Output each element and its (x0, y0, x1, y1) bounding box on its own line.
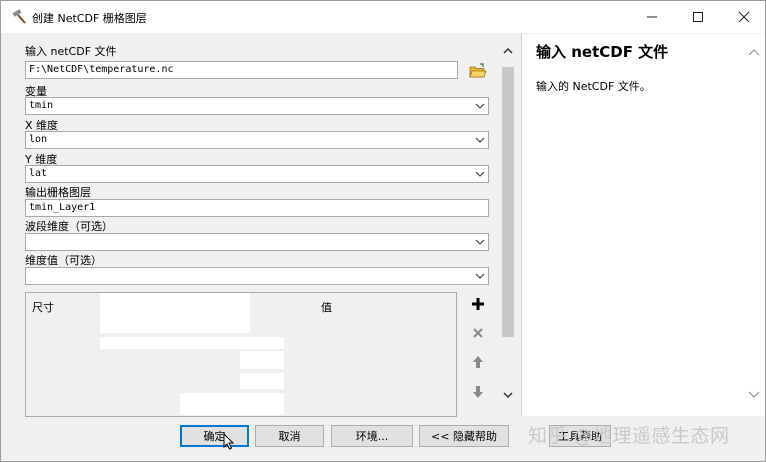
help-title: 输入 netCDF 文件 (536, 43, 669, 61)
cancel-button-label: 取消 (278, 430, 301, 443)
dimension-value-table[interactable]: 尺寸 值 (25, 292, 457, 417)
parameters-scrollbar[interactable] (499, 39, 517, 413)
hide-help-button[interactable]: << 隐藏帮助 (419, 425, 509, 447)
y-dimension-dropdown[interactable]: lat (25, 165, 489, 183)
parameters-panel: 输入 netCDF 文件 F:\NetCDF\temperature.nc 变量… (19, 39, 519, 417)
input-file-value: F:\NetCDF\temperature.nc (29, 64, 174, 75)
chevron-down-icon[interactable] (502, 389, 514, 401)
output-layer-value: tmin_Layer1 (29, 202, 96, 213)
input-file-field[interactable]: F:\NetCDF\temperature.nc (25, 61, 458, 79)
table-cell[interactable] (240, 351, 284, 369)
band-dimension-label: 波段维度（可选） (25, 220, 113, 233)
input-file-label: 输入 netCDF 文件 (25, 45, 117, 58)
close-button[interactable] (721, 1, 765, 33)
move-down-button[interactable] (466, 381, 490, 403)
delete-row-button[interactable] (466, 322, 490, 344)
x-dimension-dropdown[interactable]: lon (25, 131, 489, 149)
delete-x-icon (473, 328, 483, 338)
hide-help-button-label: << 隐藏帮助 (431, 430, 497, 443)
dialog-window: 创建 NetCDF 栅格图层 输入 netCDF 文件 F:\NetCDF\te… (0, 0, 766, 462)
arrow-up-icon (473, 356, 483, 368)
watermark-text: 知乎 @地理遥感生态网 (528, 425, 730, 447)
dimension-values-label: 维度值（可选） (25, 254, 102, 267)
chevron-up-icon[interactable] (748, 47, 760, 57)
add-row-button[interactable] (466, 293, 490, 315)
ok-button[interactable]: 确定 (180, 425, 249, 447)
title-bar: 创建 NetCDF 栅格图层 (1, 1, 765, 33)
environments-button[interactable]: 环境... (331, 425, 413, 447)
chevron-down-icon (475, 171, 485, 177)
table-cell[interactable] (100, 337, 284, 349)
chevron-down-icon[interactable] (748, 390, 760, 400)
help-panel: 输入 netCDF 文件 输入的 NetCDF 文件。 (521, 34, 765, 416)
chevron-down-icon (475, 239, 485, 245)
mouse-cursor-icon (223, 433, 235, 450)
table-cell[interactable] (240, 373, 284, 389)
column-header-value: 值 (321, 301, 332, 314)
move-up-button[interactable] (466, 351, 490, 373)
browse-folder-button[interactable] (466, 60, 490, 82)
band-dimension-dropdown[interactable] (25, 233, 489, 251)
maximize-button[interactable] (675, 1, 721, 33)
output-layer-field[interactable]: tmin_Layer1 (25, 199, 489, 217)
x-dimension-value: lon (29, 134, 48, 145)
arrow-down-icon (473, 386, 483, 398)
chevron-down-icon (475, 273, 485, 279)
chevron-down-icon (475, 103, 485, 109)
variable-dropdown[interactable]: tmin (25, 97, 489, 115)
table-cell[interactable] (100, 293, 250, 333)
chevron-down-icon (475, 137, 485, 143)
close-icon (738, 11, 750, 23)
y-dimension-value: lat (29, 168, 48, 179)
column-header-size: 尺寸 (32, 301, 54, 314)
cancel-button[interactable]: 取消 (255, 425, 324, 447)
variable-value: tmin (29, 100, 54, 111)
help-description: 输入的 NetCDF 文件。 (536, 80, 651, 93)
dimension-values-dropdown[interactable] (25, 267, 489, 285)
scrollbar-thumb[interactable] (502, 67, 514, 337)
open-folder-icon (469, 63, 487, 78)
table-cell[interactable] (180, 393, 284, 415)
hammer-tool-icon (12, 9, 26, 24)
minimize-icon (647, 16, 657, 18)
plus-icon (472, 298, 484, 310)
minimize-button[interactable] (629, 1, 675, 33)
chevron-up-icon[interactable] (502, 45, 514, 57)
output-layer-label: 输出栅格图层 (25, 186, 91, 199)
maximize-icon (693, 12, 703, 22)
window-title: 创建 NetCDF 栅格图层 (32, 12, 147, 25)
environments-button-label: 环境... (355, 430, 389, 443)
